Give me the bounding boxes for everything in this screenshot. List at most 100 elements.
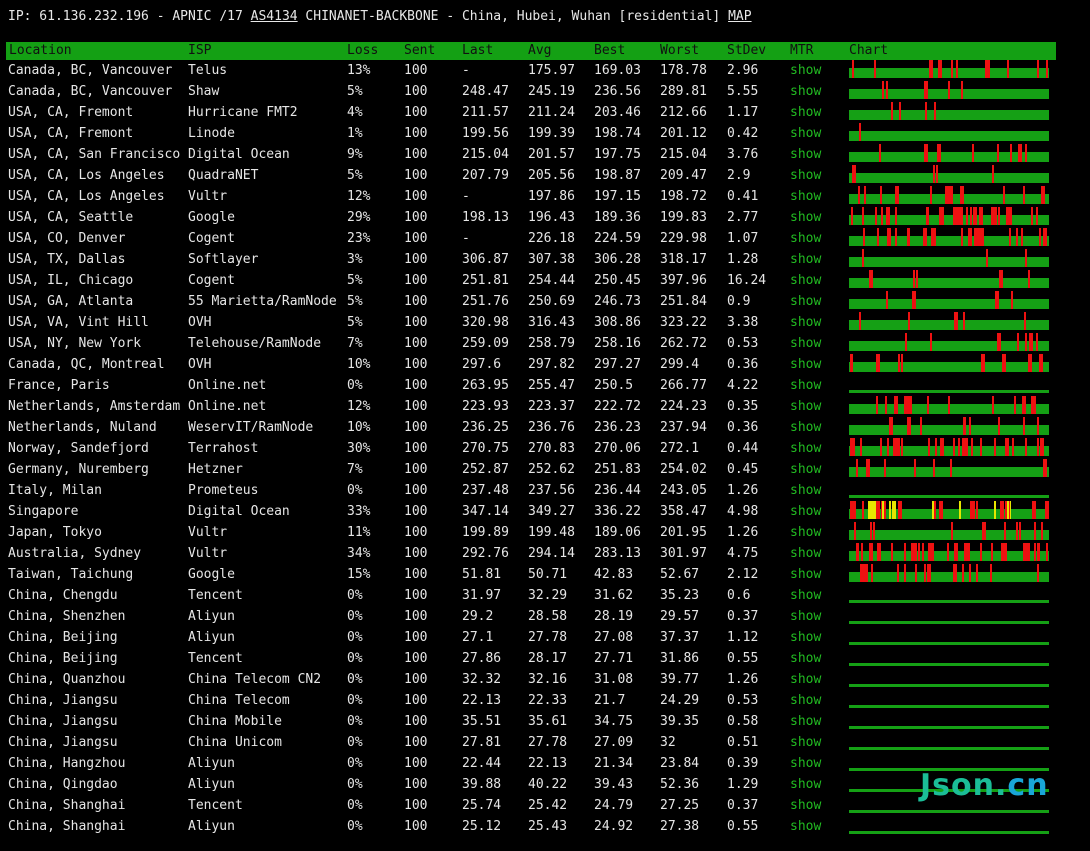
mtr-show-link[interactable]: show: [790, 375, 821, 396]
mtr-show-link[interactable]: show: [790, 291, 821, 312]
mtr-show-link[interactable]: show: [790, 396, 821, 417]
mtr-show-link[interactable]: show: [790, 543, 821, 564]
mtr-show-link[interactable]: show: [790, 522, 821, 543]
mtr-show-link[interactable]: show: [790, 501, 821, 522]
loss-marker: [936, 165, 938, 183]
mtr-show-link[interactable]: show: [790, 816, 821, 837]
last-cell: 29.2: [462, 609, 494, 624]
loss-marker: [932, 501, 934, 519]
mtr-show-link[interactable]: show: [790, 648, 821, 669]
mtr-show-link[interactable]: show: [790, 732, 821, 753]
isp-cell: China Mobile: [188, 714, 282, 729]
mtr-show-link[interactable]: show: [790, 417, 821, 438]
mtr-show-link[interactable]: show: [790, 690, 821, 711]
loss-marker: [1037, 417, 1039, 435]
last-cell: -: [462, 63, 470, 78]
mtr-show-link[interactable]: show: [790, 795, 821, 816]
avg-cell: 196.43: [528, 210, 575, 225]
worst-cell: 199.83: [660, 210, 707, 225]
loss-marker: [1043, 459, 1047, 477]
mtr-show-link[interactable]: show: [790, 354, 821, 375]
loss-marker: [1037, 60, 1039, 78]
loss-cell: 5%: [347, 84, 363, 99]
mtr-show-link[interactable]: show: [790, 60, 821, 81]
mtr-show-link[interactable]: show: [790, 123, 821, 144]
loss-marker: [887, 228, 891, 246]
loss-marker: [966, 438, 968, 456]
loss-chart: [849, 522, 1049, 540]
mtr-show-link[interactable]: show: [790, 228, 821, 249]
loss-marker: [856, 543, 858, 561]
worst-cell: 39.77: [660, 672, 700, 687]
loss-marker: [1000, 501, 1004, 519]
mtr-show-link[interactable]: show: [790, 606, 821, 627]
map-link[interactable]: MAP: [728, 9, 751, 24]
loss-chart: [849, 705, 1049, 708]
loss-marker: [889, 501, 891, 519]
sent-cell: 100: [404, 525, 428, 540]
mtr-show-link[interactable]: show: [790, 333, 821, 354]
mtr-show-link[interactable]: show: [790, 81, 821, 102]
mtr-show-link[interactable]: show: [790, 144, 821, 165]
avg-cell: 201.57: [528, 147, 575, 162]
table-row: China, Jiangsu China Unicom 0% 100 27.81 27.7…: [0, 732, 1090, 753]
mtr-show-link[interactable]: show: [790, 312, 821, 333]
worst-cell: 229.98: [660, 231, 707, 246]
mtr-show-link[interactable]: show: [790, 564, 821, 585]
mtr-show-link[interactable]: show: [790, 459, 821, 480]
loss-marker: [991, 543, 993, 561]
loss-marker: [851, 438, 855, 456]
mtr-show-link[interactable]: show: [790, 669, 821, 690]
loss-marker: [959, 207, 961, 225]
loss-marker: [992, 165, 994, 183]
avg-cell: 25.43: [528, 819, 568, 834]
loss-marker: [1019, 522, 1021, 540]
best-cell: 24.79: [594, 798, 634, 813]
loss-marker: [886, 291, 888, 309]
loss-marker: [908, 228, 910, 246]
mtr-show-link[interactable]: show: [790, 186, 821, 207]
mtr-show-link[interactable]: show: [790, 711, 821, 732]
mtr-show-link[interactable]: show: [790, 480, 821, 501]
loss-marker: [1034, 543, 1036, 561]
loss-marker: [898, 501, 902, 519]
isp-cell: Prometeus: [188, 483, 259, 498]
loss-marker: [1045, 228, 1047, 246]
mtr-show-link[interactable]: show: [790, 165, 821, 186]
loss-marker: [873, 522, 875, 540]
loss-marker: [1022, 396, 1026, 414]
mtr-show-link[interactable]: show: [790, 585, 821, 606]
isp-cell: WeservIT/RamNode: [188, 420, 314, 435]
asn-link[interactable]: AS4134: [251, 9, 298, 24]
mtr-show-link[interactable]: show: [790, 627, 821, 648]
mtr-show-link[interactable]: show: [790, 270, 821, 291]
stdev-cell: 0.36: [727, 420, 759, 435]
loss-marker: [860, 438, 862, 456]
table-row: USA, CA, Los Angeles QuadraNET 5% 100 207.79…: [0, 165, 1090, 186]
mtr-show-link[interactable]: show: [790, 438, 821, 459]
mtr-show-link[interactable]: show: [790, 753, 821, 774]
loss-cell: 0%: [347, 483, 363, 498]
mtr-show-link[interactable]: show: [790, 249, 821, 270]
loss-chart: [849, 438, 1049, 456]
mtr-show-link[interactable]: show: [790, 207, 821, 228]
loss-marker: [856, 459, 858, 477]
loss-marker: [963, 417, 965, 435]
location-cell: China, Jiangsu: [8, 735, 118, 750]
isp-cell: Digital Ocean: [188, 147, 290, 162]
isp-cell: Hetzner: [188, 462, 243, 477]
mtr-show-link[interactable]: show: [790, 774, 821, 795]
avg-cell: 307.38: [528, 252, 575, 267]
loss-marker: [1008, 207, 1012, 225]
column-header-avg: Avg: [528, 43, 552, 58]
latency-bar: [849, 68, 1049, 78]
loss-chart: [849, 144, 1049, 162]
avg-cell: 175.97: [528, 63, 575, 78]
mtr-show-link[interactable]: show: [790, 102, 821, 123]
loss-chart: [849, 831, 1049, 834]
best-cell: 31.08: [594, 672, 634, 687]
loss-marker: [929, 60, 933, 78]
sent-cell: 100: [404, 567, 428, 582]
loss-marker: [892, 501, 894, 519]
worst-cell: 212.66: [660, 105, 707, 120]
